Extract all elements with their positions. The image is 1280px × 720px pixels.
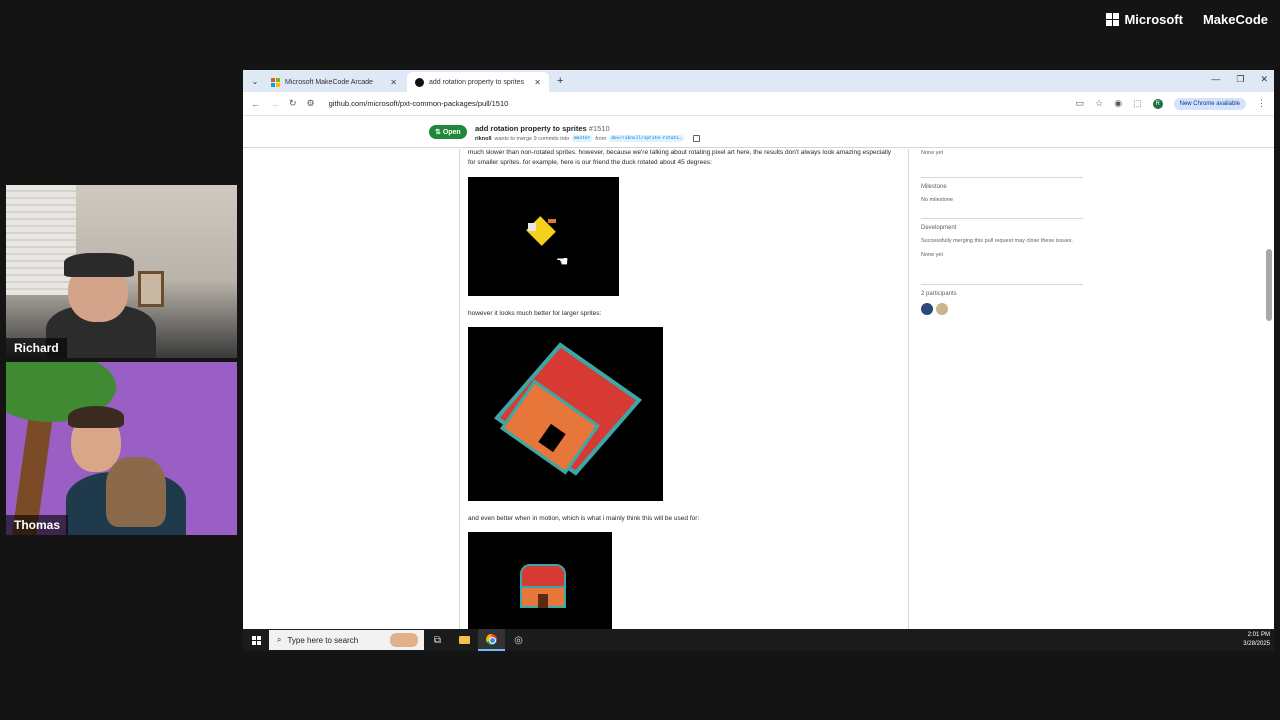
menu-kebab-icon[interactable]: ⋮ [1257,98,1266,109]
comment-paragraph: however it looks much better for larger … [468,310,602,317]
wall-picture [138,271,164,307]
pr-from-text: from [595,135,607,142]
minimize-icon[interactable]: — [1211,74,1220,85]
duck-rotated-image: ☚ [468,177,619,296]
sidebar-top: None yet [921,149,1083,158]
house-roof [520,564,566,588]
back-icon[interactable]: ← [251,99,260,109]
start-button[interactable] [243,635,269,645]
comment-paragraph: and even better when in motion, which is… [468,515,700,522]
head-branch[interactable]: dev/riknoll/sprite-rotati… [609,135,684,142]
microsoft-label: Microsoft [1124,12,1183,27]
pr-status-badge: ⇅ Open [429,125,467,139]
duck-wing [528,223,536,231]
bookmark-star-icon[interactable]: ☆ [1095,98,1103,109]
close-icon[interactable]: ✕ [534,78,541,87]
tab-bar: ⌄ Microsoft MakeCode Arcade ✕ add rotati… [243,70,1274,92]
cat [106,457,166,527]
window-controls: — ❐ ✕ [1211,74,1268,85]
task-view-icon[interactable]: ⧉ [424,629,451,651]
toolbar-right: ▭ ☆ ◉ ⬚ R New Chrome available ⋮ [1076,97,1266,110]
participant-avatars [921,303,1083,315]
copy-icon[interactable] [692,135,700,142]
participant-avatar[interactable] [921,303,933,315]
clock-date: 3/28/2025 [1243,641,1270,647]
sidebar-participants: 2 participants [921,284,1083,315]
house-motion-image [468,532,612,629]
address-bar[interactable]: github.com/microsoft/pxt-common-packages… [329,99,1066,108]
mouse-cursor-icon: ☚ [556,253,569,269]
system-clock[interactable]: 2:01 PM 3/28/2025 [1243,631,1270,649]
page-scrollbar[interactable] [1266,249,1272,321]
microsoft-logo: Microsoft [1106,12,1183,27]
webcam-name-thomas: Thomas [6,515,69,535]
pr-comment-body: much slower than non-rotated sprites. ho… [459,149,909,629]
windows-taskbar: ⌕ Type here to search ⧉ ◎ 2:01 PM 3/28/2… [243,629,1274,651]
microsoft-favicon-icon [271,77,280,87]
webcam-name-richard: Richard [6,338,67,358]
restore-icon[interactable]: ❐ [1236,74,1244,85]
search-icon: ⌕ [277,635,282,644]
cast-icon[interactable]: ▭ [1076,98,1085,109]
pr-author[interactable]: riknoll [475,136,492,142]
browser-window: ⌄ Microsoft MakeCode Arcade ✕ add rotati… [243,70,1274,629]
webcam-richard: Richard [6,185,237,358]
hair [68,406,124,428]
file-explorer-icon[interactable] [451,629,478,651]
forward-icon[interactable]: → [270,99,279,109]
pr-number: #1510 [588,124,610,133]
sidebar-top-value: None yet [921,150,944,156]
browser-toolbar: ← → ↻ ⚙ github.com/microsoft/pxt-common-… [243,92,1274,116]
screen: Microsoft MakeCode Richard Thomas ⌄ Micr… [0,0,1280,720]
base-branch[interactable]: master [572,135,593,142]
development-heading[interactable]: Development [921,225,1083,231]
profile-avatar[interactable]: R [1152,98,1163,109]
pr-merge-text: wants to merge 9 commits into [494,135,570,142]
duck-beak [548,219,556,223]
clock-time: 2:01 PM [1247,632,1270,638]
makecode-label: MakeCode [1202,12,1268,27]
milestone-heading[interactable]: Milestone [921,184,1083,190]
milestone-value: No milestone [921,197,954,203]
house-rotated-image [468,327,663,501]
extension-icon[interactable]: ◉ [1114,98,1122,109]
search-highlight-art [390,633,418,647]
tab-github-pr[interactable]: add rotation property to sprites ✕ [407,72,549,92]
close-icon[interactable]: ✕ [390,78,397,87]
cap [64,253,134,277]
tab-search-icon[interactable]: ⌄ [247,77,263,86]
comment-paragraph: much slower than non-rotated sprites. ho… [468,149,892,166]
close-window-icon[interactable]: ✕ [1260,74,1268,85]
webcam-thomas: Thomas [6,362,237,535]
development-value: None yet [921,252,944,258]
tab-label: add rotation property to sprites [429,78,524,86]
obs-icon[interactable]: ◎ [505,629,532,651]
search-placeholder: Type here to search [287,635,359,645]
participants-heading: 2 participants [921,291,957,297]
pr-subtitle: riknoll wants to merge 9 commits into ma… [475,135,700,142]
new-tab-icon[interactable]: + [557,75,563,87]
extensions-puzzle-icon[interactable]: ⬚ [1133,98,1142,109]
windows-logo-icon [251,635,261,645]
pr-title: add rotation property to sprites #1510 [475,124,610,133]
window-blind [6,185,76,295]
branding: Microsoft MakeCode [1106,12,1268,27]
sidebar-development: Development Successfully merging this pu… [921,218,1083,260]
pr-sticky-header: ⇅ Open add rotation property to sprites … [243,116,1274,148]
house-door [538,594,548,608]
pr-content: much slower than non-rotated sprites. ho… [243,149,1274,629]
reload-icon[interactable]: ↻ [289,98,297,109]
site-info-icon[interactable]: ⚙ [307,98,315,109]
taskbar-search[interactable]: ⌕ Type here to search [269,630,424,650]
github-favicon-icon [415,77,424,87]
tab-makecode[interactable]: Microsoft MakeCode Arcade ✕ [263,72,405,92]
participant-avatar[interactable] [936,303,948,315]
tab-label: Microsoft MakeCode Arcade [285,78,373,86]
development-text: Successfully merging this pull request m… [921,238,1073,244]
microsoft-grid-icon [1106,13,1120,26]
chrome-update-button[interactable]: New Chrome available [1173,97,1246,110]
sidebar-milestone: Milestone No milestone [921,177,1083,205]
chrome-taskbar-icon[interactable] [478,629,505,651]
